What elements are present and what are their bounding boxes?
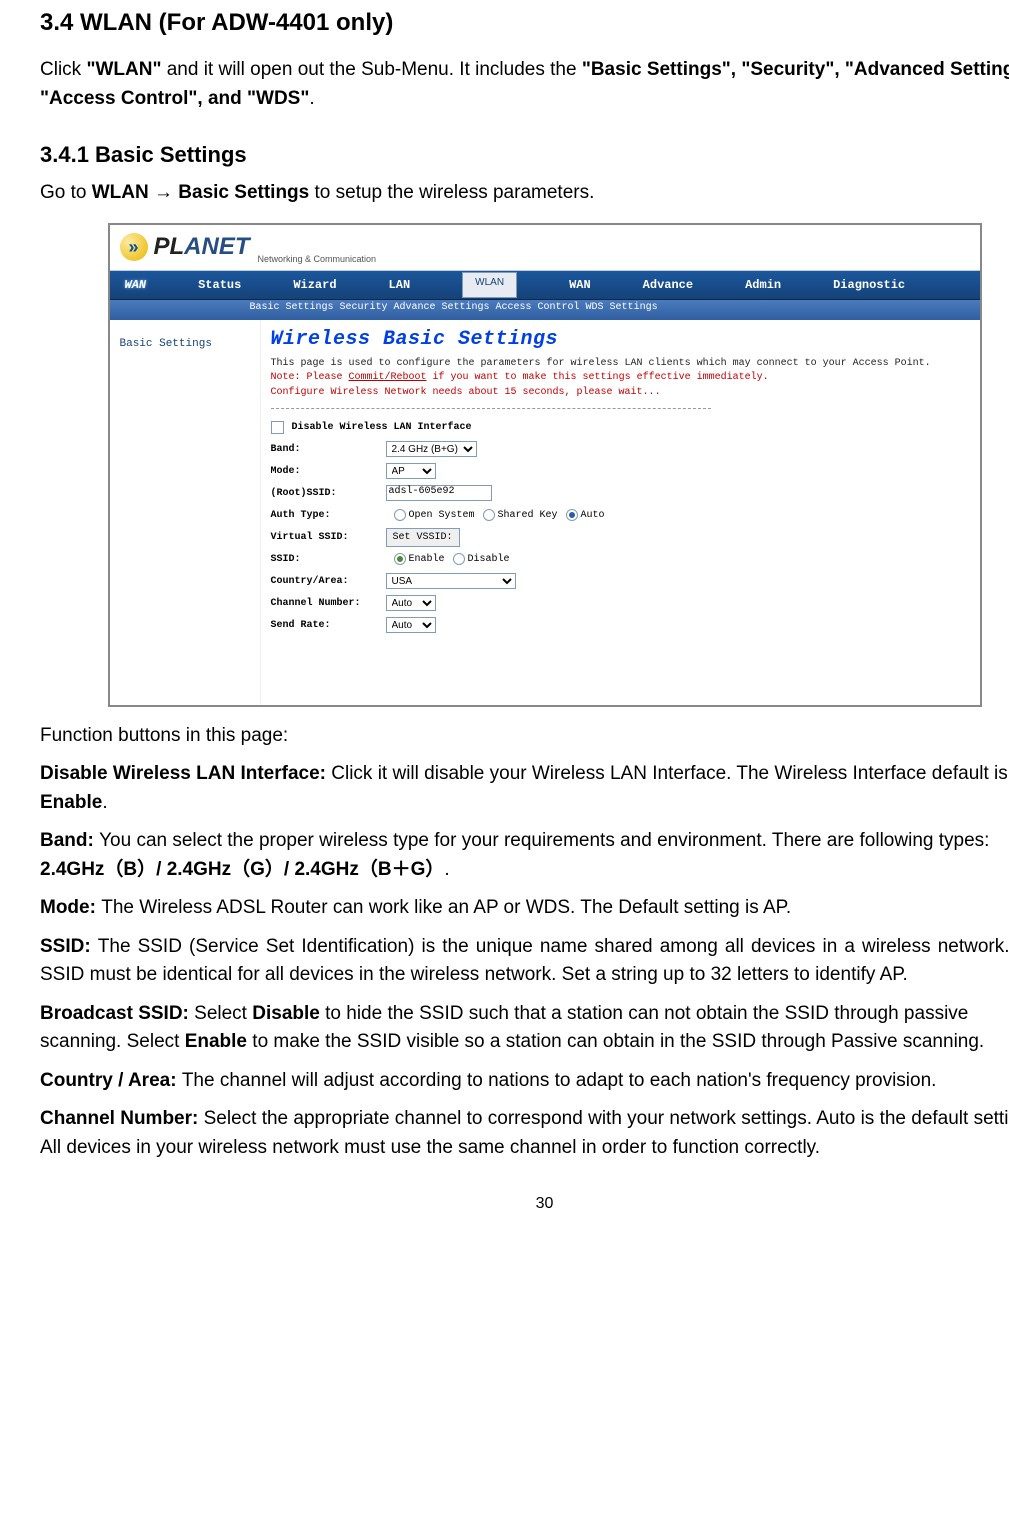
logo-sub: Networking & Communication [258,254,377,264]
nav-item[interactable]: LAN [389,278,411,292]
text: to setup the wireless parameters. [309,182,594,203]
func-channel: Channel Number: Select the appropriate c… [40,1105,1009,1162]
label: Broadcast SSID: [40,1003,194,1024]
text-bold: 2.4GHz（B）/ 2.4GHz（G）/ 2.4GHz（B＋G） [40,859,444,880]
text-bold: WLAN → Basic Settings [92,182,309,203]
main-panel: Wireless Basic Settings This page is use… [260,320,980,705]
func-band: Band: You can select the proper wireless… [40,827,1009,884]
root-ssid-input[interactable]: adsl-605e92 [386,485,492,501]
text: Select [194,1003,252,1024]
nav-item[interactable]: Advance [643,278,693,292]
ssid-broadcast-label: SSID: [271,554,386,565]
settings-form: Disable Wireless LAN Interface Band:2.4 … [271,417,970,635]
country-select[interactable]: USA [386,573,516,589]
channel-label: Channel Number: [271,598,386,609]
nav-item[interactable]: Wizard [293,278,336,292]
auth-open-label: Open System [409,510,475,521]
text: The SSID (Service Set Identification) is… [40,936,1009,986]
text: if you want to make this settings effect… [427,372,769,383]
auth-shared-label: Shared Key [498,510,558,521]
band-label: Band: [271,444,386,455]
commit-link[interactable]: Commit/Reboot [349,372,427,383]
func-country: Country / Area: The channel will adjust … [40,1067,1009,1096]
text-bold: Enable [40,792,102,813]
text: The Wireless ADSL Router can work like a… [101,897,791,918]
mode-label: Mode: [271,466,386,477]
label: SSID: [40,936,98,957]
heading-34: 3.4 WLAN (For ADW-4401 only) [40,5,1009,41]
text: and it will open out the Sub-Menu. It in… [161,59,581,80]
text: . [444,859,449,880]
func-intro: Function buttons in this page: [40,722,1009,751]
root-ssid-label: (Root)SSID: [271,488,386,499]
text-warning: Note: Please Commit/Reboot if you want t… [271,372,769,383]
logo-word: PLANET [154,233,250,261]
func-broadcast: Broadcast SSID: Select Disable to hide t… [40,1000,1009,1057]
text: Go to [40,182,92,203]
text: Click it will disable your Wireless LAN … [331,763,1008,784]
top-nav: WAN Status Wizard LAN WLAN WAN Advance A… [110,270,980,300]
ssid-enable-label: Enable [409,554,445,565]
nav-item[interactable]: Status [198,278,241,292]
func-ssid: SSID: The SSID (Service Set Identificati… [40,933,1009,990]
intro-p1: Click "WLAN" and it will open out the Su… [40,56,1009,113]
intro-p2: Go to WLAN → Basic Settings to setup the… [40,179,1009,208]
nav-item[interactable]: WAN [569,278,591,292]
label: Disable Wireless LAN Interface: [40,763,331,784]
text: ANET [184,233,249,260]
ssid-disable-label: Disable [468,554,510,565]
logo-bar: » PLANET Networking & Communication [110,225,980,270]
mode-select[interactable]: AP [386,463,436,479]
rate-label: Send Rate: [271,620,386,631]
auth-shared-radio[interactable] [483,509,495,521]
text: Note: Please [271,372,349,383]
screenshot-figure: » PLANET Networking & Communication WAN … [108,223,982,707]
text-warning: Configure Wireless Network needs about 1… [271,387,661,398]
panel-title: Wireless Basic Settings [271,328,970,351]
label: Country / Area: [40,1070,182,1091]
text: . [102,792,107,813]
auth-auto-label: Auto [581,510,605,521]
text-bold: Enable [185,1031,247,1052]
text-bold: Disable [252,1003,320,1024]
auth-label: Auth Type: [271,510,386,521]
auth-auto-radio[interactable] [566,509,578,521]
page-number: 30 [40,1192,1009,1216]
text: to make the SSID visible so a station ca… [247,1031,984,1052]
nav-item-active[interactable]: WLAN [462,272,517,298]
label: Mode: [40,897,101,918]
sidebar: Basic Settings [110,320,260,705]
auth-open-radio[interactable] [394,509,406,521]
nav-item[interactable]: WAN [125,278,147,292]
nav-item[interactable]: Admin [745,278,781,292]
text: . [309,88,314,109]
vssid-label: Virtual SSID: [271,532,386,543]
band-select[interactable]: 2.4 GHz (B+G) [386,441,477,457]
nav-item[interactable]: Diagnostic [833,278,905,292]
text: You can select the proper wireless type … [99,830,989,851]
text: The channel will adjust according to nat… [182,1070,937,1091]
rate-select[interactable]: Auto [386,617,436,633]
ssid-enable-radio[interactable] [394,553,406,565]
panel-note: This page is used to configure the param… [271,357,970,401]
set-vssid-button[interactable]: Set VSSID: [386,528,460,547]
divider [271,408,711,409]
disable-wlan-checkbox[interactable] [271,421,284,434]
heading-341: 3.4.1 Basic Settings [40,138,1009,171]
label: Band: [40,830,99,851]
channel-select[interactable]: Auto [386,595,436,611]
ssid-disable-radio[interactable] [453,553,465,565]
text: Click [40,59,86,80]
sidebar-item[interactable]: Basic Settings [120,338,212,350]
func-disable: Disable Wireless LAN Interface: Click it… [40,760,1009,817]
text-bold: "WLAN" [86,59,161,80]
disable-wlan-label: Disable Wireless LAN Interface [292,422,472,433]
label: Channel Number: [40,1108,204,1129]
sub-nav: Basic Settings Security Advance Settings… [110,300,980,320]
func-mode: Mode: The Wireless ADSL Router can work … [40,894,1009,923]
logo-icon: » [120,233,148,261]
text: This page is used to configure the param… [271,358,931,369]
country-label: Country/Area: [271,576,386,587]
text: PL [154,233,185,260]
